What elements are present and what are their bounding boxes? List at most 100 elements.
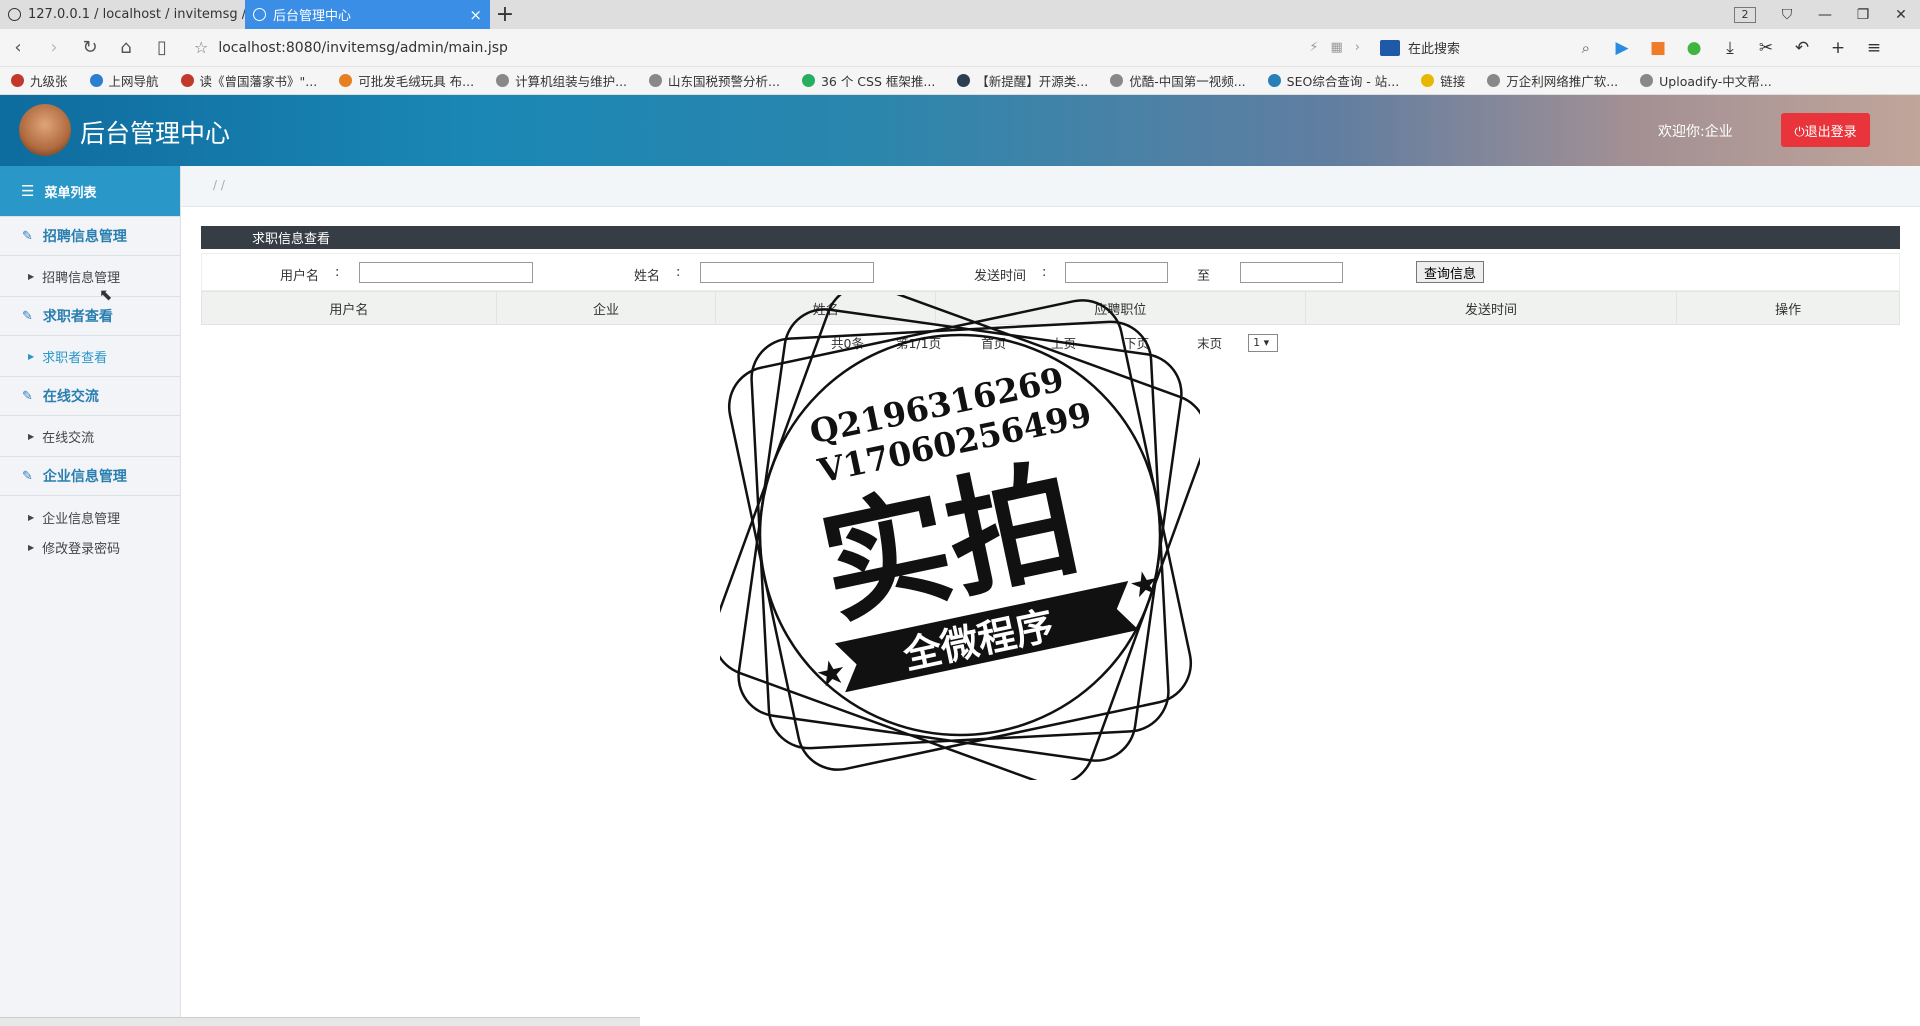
caret-right-icon: ▶ (28, 351, 35, 361)
sidebar-section-recruit[interactable]: ✎ 招聘信息管理 (0, 216, 180, 256)
bookmark-label: 计算机组装与维护... (515, 74, 628, 89)
welcome-text: 欢迎你:企业 (1658, 124, 1733, 140)
reload-icon[interactable]: ↻ (72, 37, 108, 58)
back-icon[interactable]: ‹ (0, 37, 36, 58)
sidebar-section-jobseekers[interactable]: ✎ 求职者查看 (0, 296, 180, 336)
bookmark-icon (1640, 74, 1654, 87)
download-icon[interactable]: ⤓ (1712, 38, 1748, 58)
new-tab-button[interactable]: + (490, 0, 520, 29)
bookmark-item[interactable]: 链接 (1410, 71, 1476, 90)
bookmark-label: 万企利网络推广软... (1506, 74, 1619, 89)
query-button[interactable]: 查询信息 (1416, 261, 1484, 283)
browser-tab[interactable]: 127.0.0.1 / localhost / invitemsg / ‹ (0, 0, 245, 29)
url-tools-icons[interactable]: ⚡▦› (1309, 40, 1372, 55)
filter-form: 用户名 : 姓名 : 发送时间 : 至 查询信息 (201, 253, 1900, 291)
start-time-input[interactable] (1065, 262, 1168, 283)
panel-title: 求职信息查看 (201, 226, 1900, 249)
bookmark-item[interactable]: 计算机组装与维护... (485, 71, 638, 90)
tab-count-badge[interactable]: 2 (1734, 6, 1756, 23)
bookmark-label: 读《曾国藩家书》"... (199, 74, 318, 89)
sidebar-item-company-info[interactable]: ▶ 企业信息管理 (0, 502, 180, 532)
sidebar-item-label: 在线交流 (42, 430, 95, 446)
username-input[interactable] (359, 262, 533, 283)
browser-tab-active[interactable]: 后台管理中心 × (245, 0, 490, 29)
shirt-icon[interactable]: ⛉ (1768, 7, 1806, 23)
bookmark-label: 优酷-中国第一视频... (1129, 74, 1246, 89)
sidebar-item-change-password[interactable]: ▶ 修改登录密码 (0, 532, 180, 562)
sidebar-item-jobseekers[interactable]: ▶ 求职者查看 (0, 336, 180, 376)
bookmark-item[interactable]: 读《曾国藩家书》"... (170, 71, 329, 90)
bookmark-label: 36 个 CSS 框架推... (820, 74, 936, 89)
bookmark-icon (339, 74, 353, 87)
home-icon[interactable]: ⌂ (108, 37, 144, 58)
bookmark-item[interactable]: 可批发毛绒玩具 布... (328, 71, 485, 90)
sidebar-item-recruit-manage[interactable]: ▶ 招聘信息管理 (0, 256, 180, 296)
section-label: 招聘信息管理 (42, 229, 127, 245)
page-select[interactable]: 1 ▾ (1248, 333, 1279, 352)
star-icon[interactable]: ☆ (194, 38, 208, 57)
search-engine-icon[interactable] (1380, 39, 1400, 56)
url-field[interactable]: ☆ localhost:8080/invitemsg/admin/main.js… (194, 38, 1372, 57)
bookmark-label: Uploadify-中文帮... (1659, 74, 1772, 89)
reader-icon[interactable]: ▯ (144, 37, 180, 58)
undo-icon[interactable]: ↶ (1784, 38, 1820, 58)
close-window-icon[interactable]: ✕ (1882, 7, 1920, 23)
send-time-label: 发送时间 (974, 269, 1027, 284)
username-label: 用户名 (280, 269, 320, 284)
bookmark-item[interactable]: 优酷-中国第一视频... (1099, 71, 1256, 90)
sidebar-section-chat[interactable]: ✎ 在线交流 (0, 376, 180, 416)
bookmark-label: 山东国税预警分析... (668, 74, 780, 89)
bookmark-item[interactable]: 上网导航 (79, 71, 170, 90)
camera-icon[interactable]: ■ (1640, 38, 1676, 58)
close-tab-icon[interactable]: × (469, 6, 482, 24)
bookmark-label: 链接 (1440, 74, 1466, 89)
sidebar-item-chat[interactable]: ▶ 在线交流 (0, 416, 180, 456)
caret-right-icon: ▶ (28, 542, 35, 552)
sidebar-section-company[interactable]: ✎ 企业信息管理 (0, 456, 180, 496)
plus-icon[interactable]: + (1820, 38, 1856, 58)
page-title: 后台管理中心 (80, 119, 231, 148)
list-icon: ☰ (21, 182, 35, 200)
sidebar-item-label: 求职者查看 (42, 350, 108, 366)
bookmark-item[interactable]: SEO综合查询 - 站... (1257, 71, 1411, 90)
minimize-icon[interactable]: — (1806, 7, 1844, 23)
bookmark-item[interactable]: 36 个 CSS 框架推... (791, 71, 946, 90)
bookmark-icon (957, 74, 971, 87)
menu-icon[interactable]: ≡ (1856, 38, 1892, 58)
window-controls: 2 ⛉ — ❐ ✕ (1734, 0, 1920, 29)
menu-header: ☰ 菜单列表 (0, 166, 180, 216)
bookmark-item[interactable]: Uploadify-中文帮... (1629, 71, 1783, 90)
bookmark-item[interactable]: 山东国税预警分析... (638, 71, 791, 90)
scissors-icon[interactable]: ✂ (1748, 38, 1784, 58)
column-header: 操作 (1775, 302, 1802, 318)
app-header: 后台管理中心 欢迎你:企业 ⏻退出登录 (0, 95, 1920, 166)
last-page-link[interactable]: 末页 (1197, 333, 1222, 352)
sidebar-item-label: 企业信息管理 (42, 511, 121, 527)
bookmark-item[interactable]: 九级张 (0, 71, 79, 90)
search-box[interactable]: 在此搜索 ⌕ (1380, 34, 1590, 62)
play-icon[interactable]: ▶ (1604, 38, 1640, 58)
name-label: 姓名 (634, 269, 661, 284)
edit-icon: ✎ (22, 468, 33, 484)
column-header: 发送时间 (1306, 292, 1678, 324)
bookmark-item[interactable]: 万企利网络推广软... (1476, 71, 1629, 90)
bookmark-item[interactable]: 【新提醒】开源类... (946, 71, 1099, 90)
chat-icon[interactable]: ● (1676, 38, 1712, 58)
section-label: 在线交流 (42, 389, 99, 405)
name-input[interactable] (700, 262, 874, 283)
search-icon[interactable]: ⌕ (1582, 39, 1590, 57)
mouse-cursor-icon: ⬉ (99, 285, 113, 304)
search-placeholder: 在此搜索 (1408, 42, 1461, 57)
globe-icon (8, 8, 21, 21)
bookmark-icon (1487, 74, 1501, 87)
watermark-stamp: Q2196316269 V17060256499 实拍 全微程序 ★ ★ (720, 295, 1200, 780)
forward-icon[interactable]: › (36, 37, 72, 58)
logout-button[interactable]: ⏻退出登录 (1781, 113, 1870, 147)
sidebar-item-label: 修改登录密码 (42, 541, 121, 557)
bookmark-icon (496, 74, 510, 87)
restore-icon[interactable]: ❐ (1844, 7, 1882, 23)
edit-icon: ✎ (22, 308, 33, 324)
edit-icon: ✎ (22, 228, 33, 244)
end-time-input[interactable] (1240, 262, 1343, 283)
colon-label: : (335, 265, 340, 280)
